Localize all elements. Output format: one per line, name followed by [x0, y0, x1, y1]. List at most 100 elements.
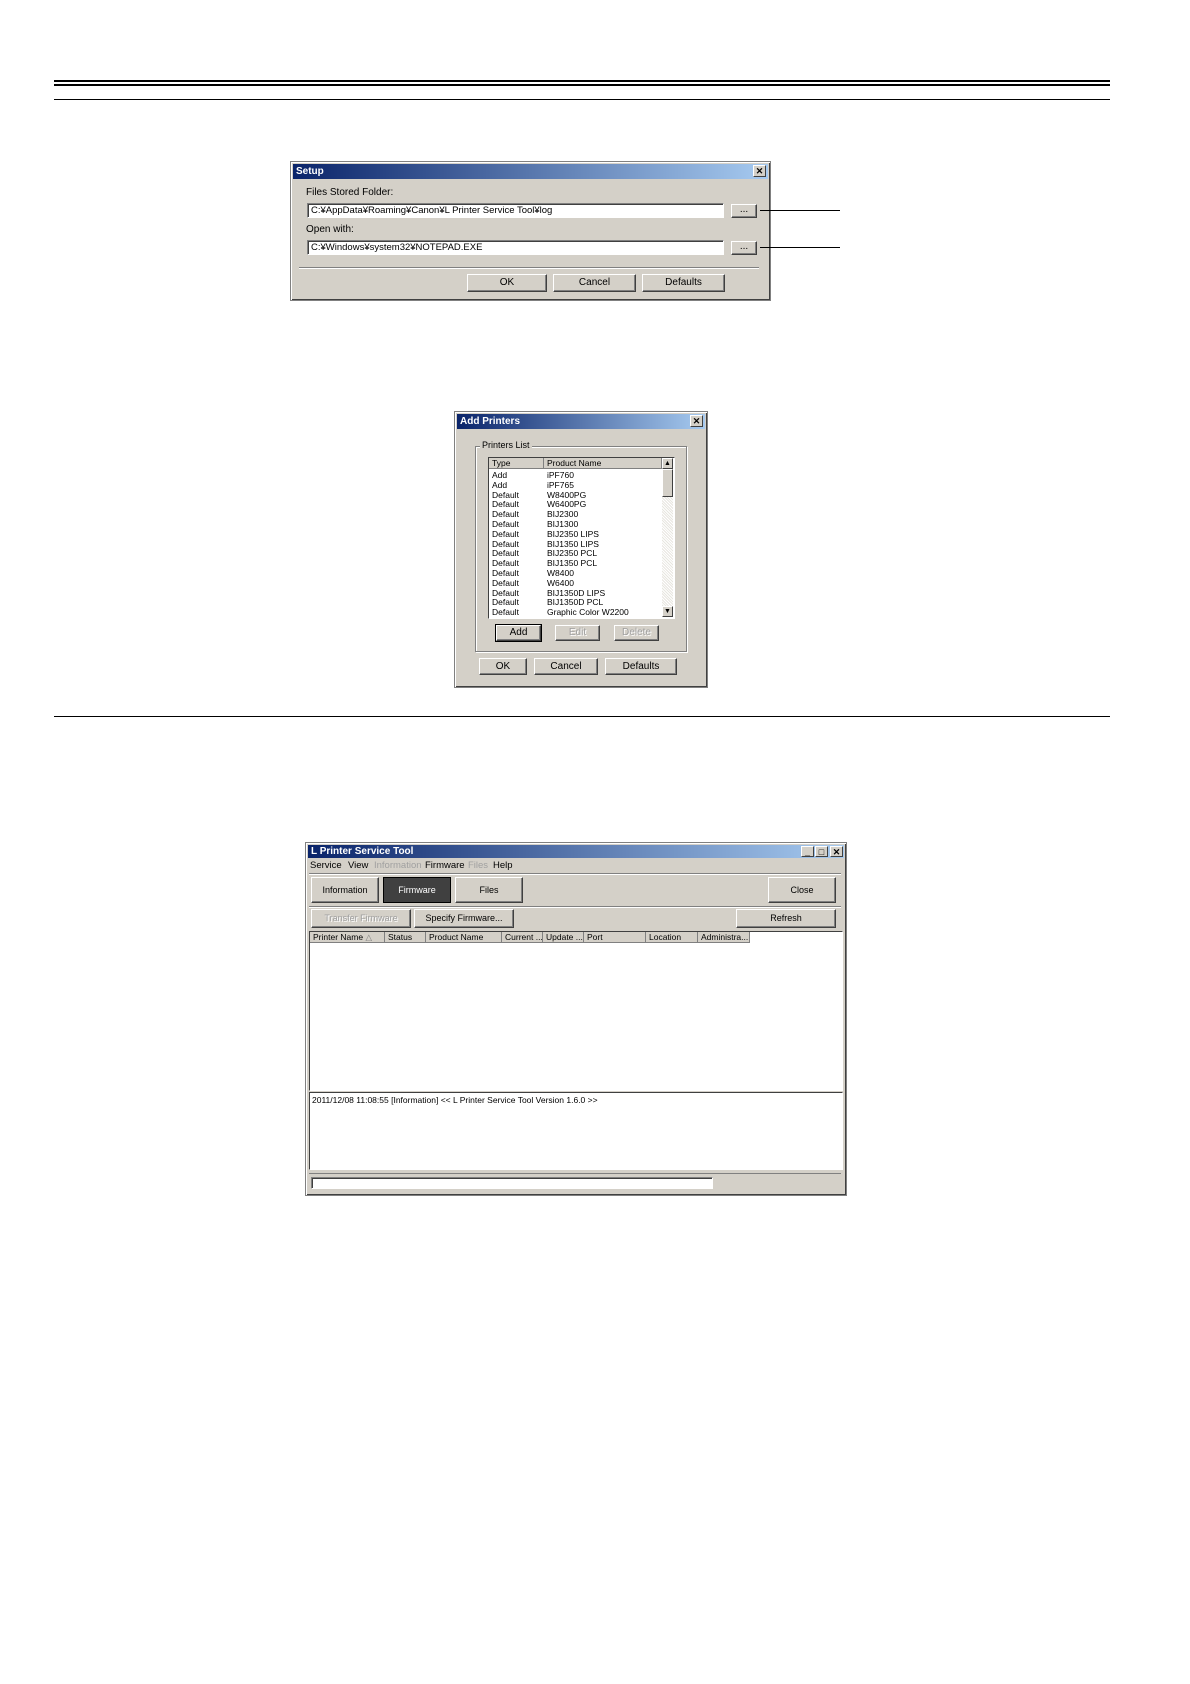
header-rule-thick-2: [54, 84, 1110, 86]
add-printers-ok-button[interactable]: OK: [479, 658, 527, 675]
scroll-thumb[interactable]: [662, 469, 673, 497]
status-bar-panel: [311, 1177, 713, 1189]
column-header-administrator[interactable]: Administra...: [698, 932, 750, 943]
add-printers-close-button[interactable]: ✕: [690, 415, 703, 427]
column-header-product-name[interactable]: Product Name: [544, 458, 662, 469]
minimize-button[interactable]: _: [801, 846, 814, 857]
callout-line-1: [760, 210, 840, 211]
add-button[interactable]: Add: [495, 624, 542, 642]
printer-row-type[interactable]: Default: [492, 539, 519, 549]
printer-row-product-name[interactable]: W6400: [547, 578, 574, 588]
scroll-down-icon[interactable]: ▼: [662, 606, 673, 617]
delete-button[interactable]: Delete: [614, 625, 659, 641]
close-tool-button[interactable]: Close: [768, 877, 836, 903]
printer-row-product-name[interactable]: iPF760: [547, 471, 574, 480]
window-close-button[interactable]: ✕: [830, 846, 843, 857]
sort-ascending-icon: △: [365, 932, 372, 942]
printers-list-group-label: Printers List: [480, 440, 532, 450]
printer-row-type[interactable]: Default: [492, 529, 519, 539]
setup-close-button[interactable]: ✕: [753, 165, 766, 177]
setup-separator: [299, 267, 759, 269]
status-bar: [309, 1173, 841, 1190]
printer-row-product-name[interactable]: iPF765: [547, 480, 574, 490]
callout-line-2: [760, 247, 840, 248]
printer-row-product-name[interactable]: BIJ1350D PCL: [547, 598, 603, 607]
files-stored-folder-field[interactable]: C:¥AppData¥Roaming¥Canon¥L Printer Servi…: [307, 203, 724, 218]
close-icon: ✕: [755, 166, 764, 176]
column-header-product-name[interactable]: Product Name: [426, 932, 502, 943]
printer-row-product-name[interactable]: W8400: [547, 569, 574, 578]
header-rule-thick-1: [54, 80, 1110, 82]
header-rule-thin: [54, 99, 1110, 100]
menu-files[interactable]: Files: [468, 860, 488, 871]
menu-information[interactable]: Information: [374, 860, 422, 871]
files-stored-folder-browse-button[interactable]: ...: [731, 204, 757, 218]
printer-row-product-name[interactable]: BIJ1350D LIPS: [547, 588, 605, 598]
column-header-location[interactable]: Location: [646, 932, 698, 943]
printer-row-type[interactable]: Add: [492, 480, 507, 490]
printer-row-type[interactable]: Default: [492, 549, 519, 558]
service-tool-title: L Printer Service Tool: [311, 846, 414, 857]
printer-row-product-name[interactable]: W6400PG: [547, 500, 586, 509]
printer-row-type[interactable]: Default: [492, 578, 519, 588]
menu-firmware[interactable]: Firmware: [425, 860, 465, 871]
specify-firmware-button[interactable]: Specify Firmware...: [414, 909, 514, 928]
column-header-printer-name[interactable]: Printer Name △: [310, 932, 385, 943]
printer-row-type[interactable]: Default: [492, 510, 519, 519]
tab-files[interactable]: Files: [455, 877, 523, 903]
setup-ok-button[interactable]: OK: [467, 274, 547, 292]
printer-row-type[interactable]: Default: [492, 500, 519, 509]
open-with-field[interactable]: C:¥Windows¥system32¥NOTEPAD.EXE: [307, 240, 724, 255]
tab-information[interactable]: Information: [311, 877, 379, 903]
menu-bar: Service View Information Firmware Files …: [310, 860, 840, 872]
setup-cancel-button[interactable]: Cancel: [553, 274, 636, 292]
printers-listview[interactable]: Type Product Name Add iPF760 Add iPF765 Defa…: [488, 457, 675, 619]
printer-row-type[interactable]: Default: [492, 598, 519, 607]
printer-row-product-name[interactable]: BIJ2350 PCL: [547, 549, 597, 558]
printer-listview[interactable]: Printer Name △ Status Product Name Curre…: [309, 931, 843, 1091]
add-printers-title: Add Printers: [460, 416, 521, 427]
printer-row-type[interactable]: Add: [492, 471, 507, 480]
column-header-type[interactable]: Type: [489, 458, 544, 469]
printer-row-type[interactable]: Default: [492, 520, 519, 529]
setup-title: Setup: [296, 166, 324, 177]
service-tool-titlebar: L Printer Service Tool _ □ ✕: [308, 845, 844, 858]
open-with-browse-button[interactable]: ...: [731, 241, 757, 255]
printer-row-type[interactable]: Default: [492, 569, 519, 578]
add-printers-cancel-button[interactable]: Cancel: [534, 658, 598, 675]
scroll-up-icon[interactable]: ▲: [662, 458, 673, 469]
printer-row-product-name[interactable]: W8400PG: [547, 490, 586, 500]
log-output[interactable]: 2011/12/08 11:08:55 [Information] << L P…: [309, 1092, 843, 1170]
column-header-status[interactable]: Status: [385, 932, 426, 943]
printer-row-product-name[interactable]: BIJ1350 PCL: [547, 559, 597, 568]
printer-row-product-name[interactable]: BIJ1300: [547, 520, 578, 529]
menu-service[interactable]: Service: [310, 860, 342, 871]
add-printers-defaults-button[interactable]: Defaults: [605, 658, 677, 675]
maximize-button[interactable]: □: [815, 846, 828, 857]
edit-button[interactable]: Edit: [555, 625, 600, 641]
setup-defaults-button[interactable]: Defaults: [642, 274, 725, 292]
add-printers-dialog: Add Printers ✕ Printers List Type Produc…: [454, 411, 708, 688]
transfer-firmware-button[interactable]: Transfer Firmware: [311, 909, 411, 928]
tab-firmware[interactable]: Firmware: [383, 877, 451, 903]
menu-help[interactable]: Help: [493, 860, 513, 871]
refresh-button[interactable]: Refresh: [736, 909, 836, 928]
close-icon: ✕: [692, 416, 701, 426]
printer-row-type[interactable]: Default: [492, 588, 519, 598]
printer-row-type[interactable]: Default: [492, 490, 519, 500]
column-header-update[interactable]: Update ...: [543, 932, 584, 943]
section-divider: [54, 716, 1110, 717]
column-header-current[interactable]: Current ...: [502, 932, 543, 943]
printer-row-product-name[interactable]: BIJ2300: [547, 510, 578, 519]
menu-separator: [309, 873, 841, 875]
log-line: 2011/12/08 11:08:55 [Information] << L P…: [312, 1095, 598, 1105]
printer-row-product-name[interactable]: BIJ2350 LIPS: [547, 529, 599, 539]
menu-view[interactable]: View: [348, 860, 368, 871]
printers-list-scrollbar[interactable]: ▲ ▼: [662, 458, 673, 617]
column-header-port[interactable]: Port: [584, 932, 646, 943]
printer-row-product-name[interactable]: Graphic Color W2200: [547, 608, 629, 617]
column-header-printer-name-label: Printer Name: [313, 932, 364, 942]
printer-row-type[interactable]: Default: [492, 559, 519, 568]
printer-row-type[interactable]: Default: [492, 608, 519, 617]
printer-row-product-name[interactable]: BIJ1350 LIPS: [547, 539, 599, 549]
